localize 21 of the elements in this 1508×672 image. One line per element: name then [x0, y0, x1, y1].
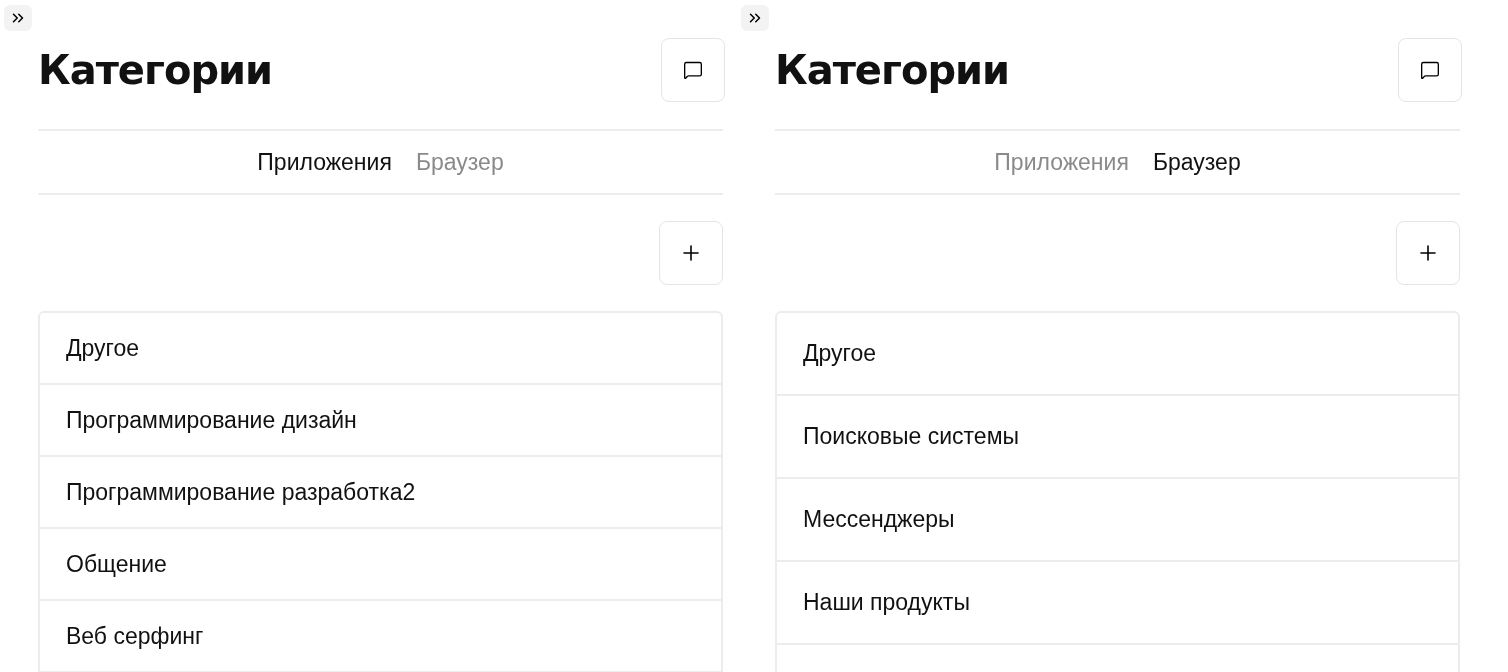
tab[interactable]: Приложения [257, 144, 392, 180]
category-item[interactable]: Общение [40, 529, 721, 601]
page-title: Категории [775, 46, 1010, 95]
category-item[interactable]: Другое [40, 313, 721, 385]
category-item[interactable]: Программирование разработка2 [40, 457, 721, 529]
feedback-button[interactable] [661, 38, 725, 102]
category-item[interactable]: Мессенджеры [777, 479, 1458, 562]
expand-button[interactable] [741, 5, 769, 31]
tab[interactable]: Браузер [1152, 144, 1241, 180]
add-button[interactable] [1396, 221, 1460, 285]
feedback-button[interactable] [1398, 38, 1462, 102]
add-button[interactable] [659, 221, 723, 285]
category-item[interactable]: Другое [777, 313, 1458, 396]
expand-button[interactable] [4, 5, 32, 31]
chat-icon [683, 60, 703, 80]
chat-icon [1420, 60, 1440, 80]
category-item[interactable]: Программирование дизайн [40, 385, 721, 457]
category-item[interactable]: Веб серфинг [40, 601, 721, 672]
category-item[interactable]: Наши продукты [777, 562, 1458, 645]
page-title: Категории [38, 46, 273, 95]
category-item[interactable]: Поисковые системы [777, 396, 1458, 479]
